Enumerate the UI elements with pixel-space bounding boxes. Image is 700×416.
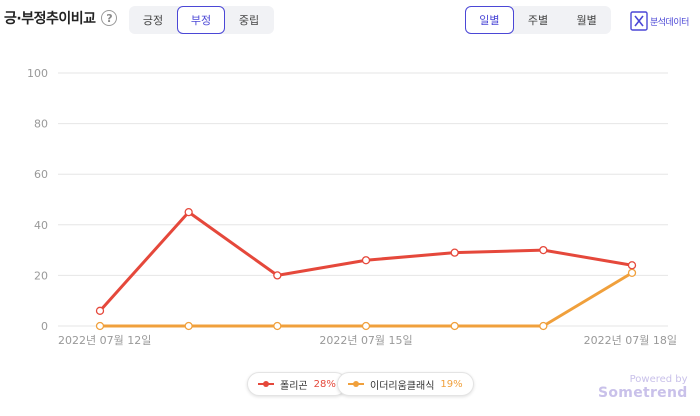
chart-grid	[58, 72, 668, 327]
legend-item-polygon[interactable]: 폴리곤 28%	[247, 372, 347, 396]
line-chart: 100806040200 2022년 07월 12일 2022년 07월 15일 2…	[27, 67, 677, 347]
legend-percent: 19%	[440, 378, 463, 390]
legend-marker-icon	[258, 381, 274, 387]
data-point[interactable]	[95, 321, 105, 331]
data-point[interactable]	[627, 268, 637, 278]
x-tick-label: 2022년 07월 18일	[584, 333, 677, 347]
y-tick-label: 100	[27, 67, 48, 80]
data-point[interactable]	[95, 306, 105, 315]
data-point[interactable]	[539, 245, 548, 255]
data-point[interactable]	[361, 321, 371, 331]
brand-logo: Powered by Sometrend	[598, 374, 688, 401]
legend-label: 이더리움클래식	[370, 380, 435, 392]
brand-name: Sometrend	[598, 385, 688, 401]
data-point[interactable]	[450, 321, 459, 331]
x-tick-label: 2022년 07월 12일	[58, 333, 151, 347]
data-point[interactable]	[273, 271, 282, 280]
y-tick-label: 60	[34, 168, 48, 181]
legend-percent: 28%	[313, 378, 336, 390]
data-point[interactable]	[184, 207, 193, 217]
legend-marker-icon	[348, 381, 364, 387]
series-lines	[98, 210, 633, 328]
y-axis: 100 80 60 40 20 0	[27, 67, 48, 333]
legend-label: 폴리곤	[280, 380, 308, 392]
data-point[interactable]	[361, 256, 371, 265]
data-point[interactable]	[184, 321, 193, 331]
series-line	[100, 271, 633, 328]
data-point[interactable]	[450, 248, 459, 257]
legend-item-ethereum-classic[interactable]: 이더리움클래식 19%	[337, 372, 474, 396]
x-tick-label: 2022년 07월 15일	[319, 333, 412, 347]
data-point[interactable]	[539, 321, 548, 331]
y-tick-label: 80	[34, 118, 48, 131]
y-tick-label: 40	[34, 219, 48, 232]
x-axis: 2022년 07월 12일 2022년 07월 15일 2022년 07월 18일	[58, 333, 677, 347]
powered-by-text: Powered by	[629, 374, 688, 385]
data-point[interactable]	[273, 321, 282, 331]
data-point[interactable]	[627, 261, 637, 270]
y-tick-label: 20	[34, 269, 48, 282]
y-tick-label: 0	[41, 320, 48, 333]
